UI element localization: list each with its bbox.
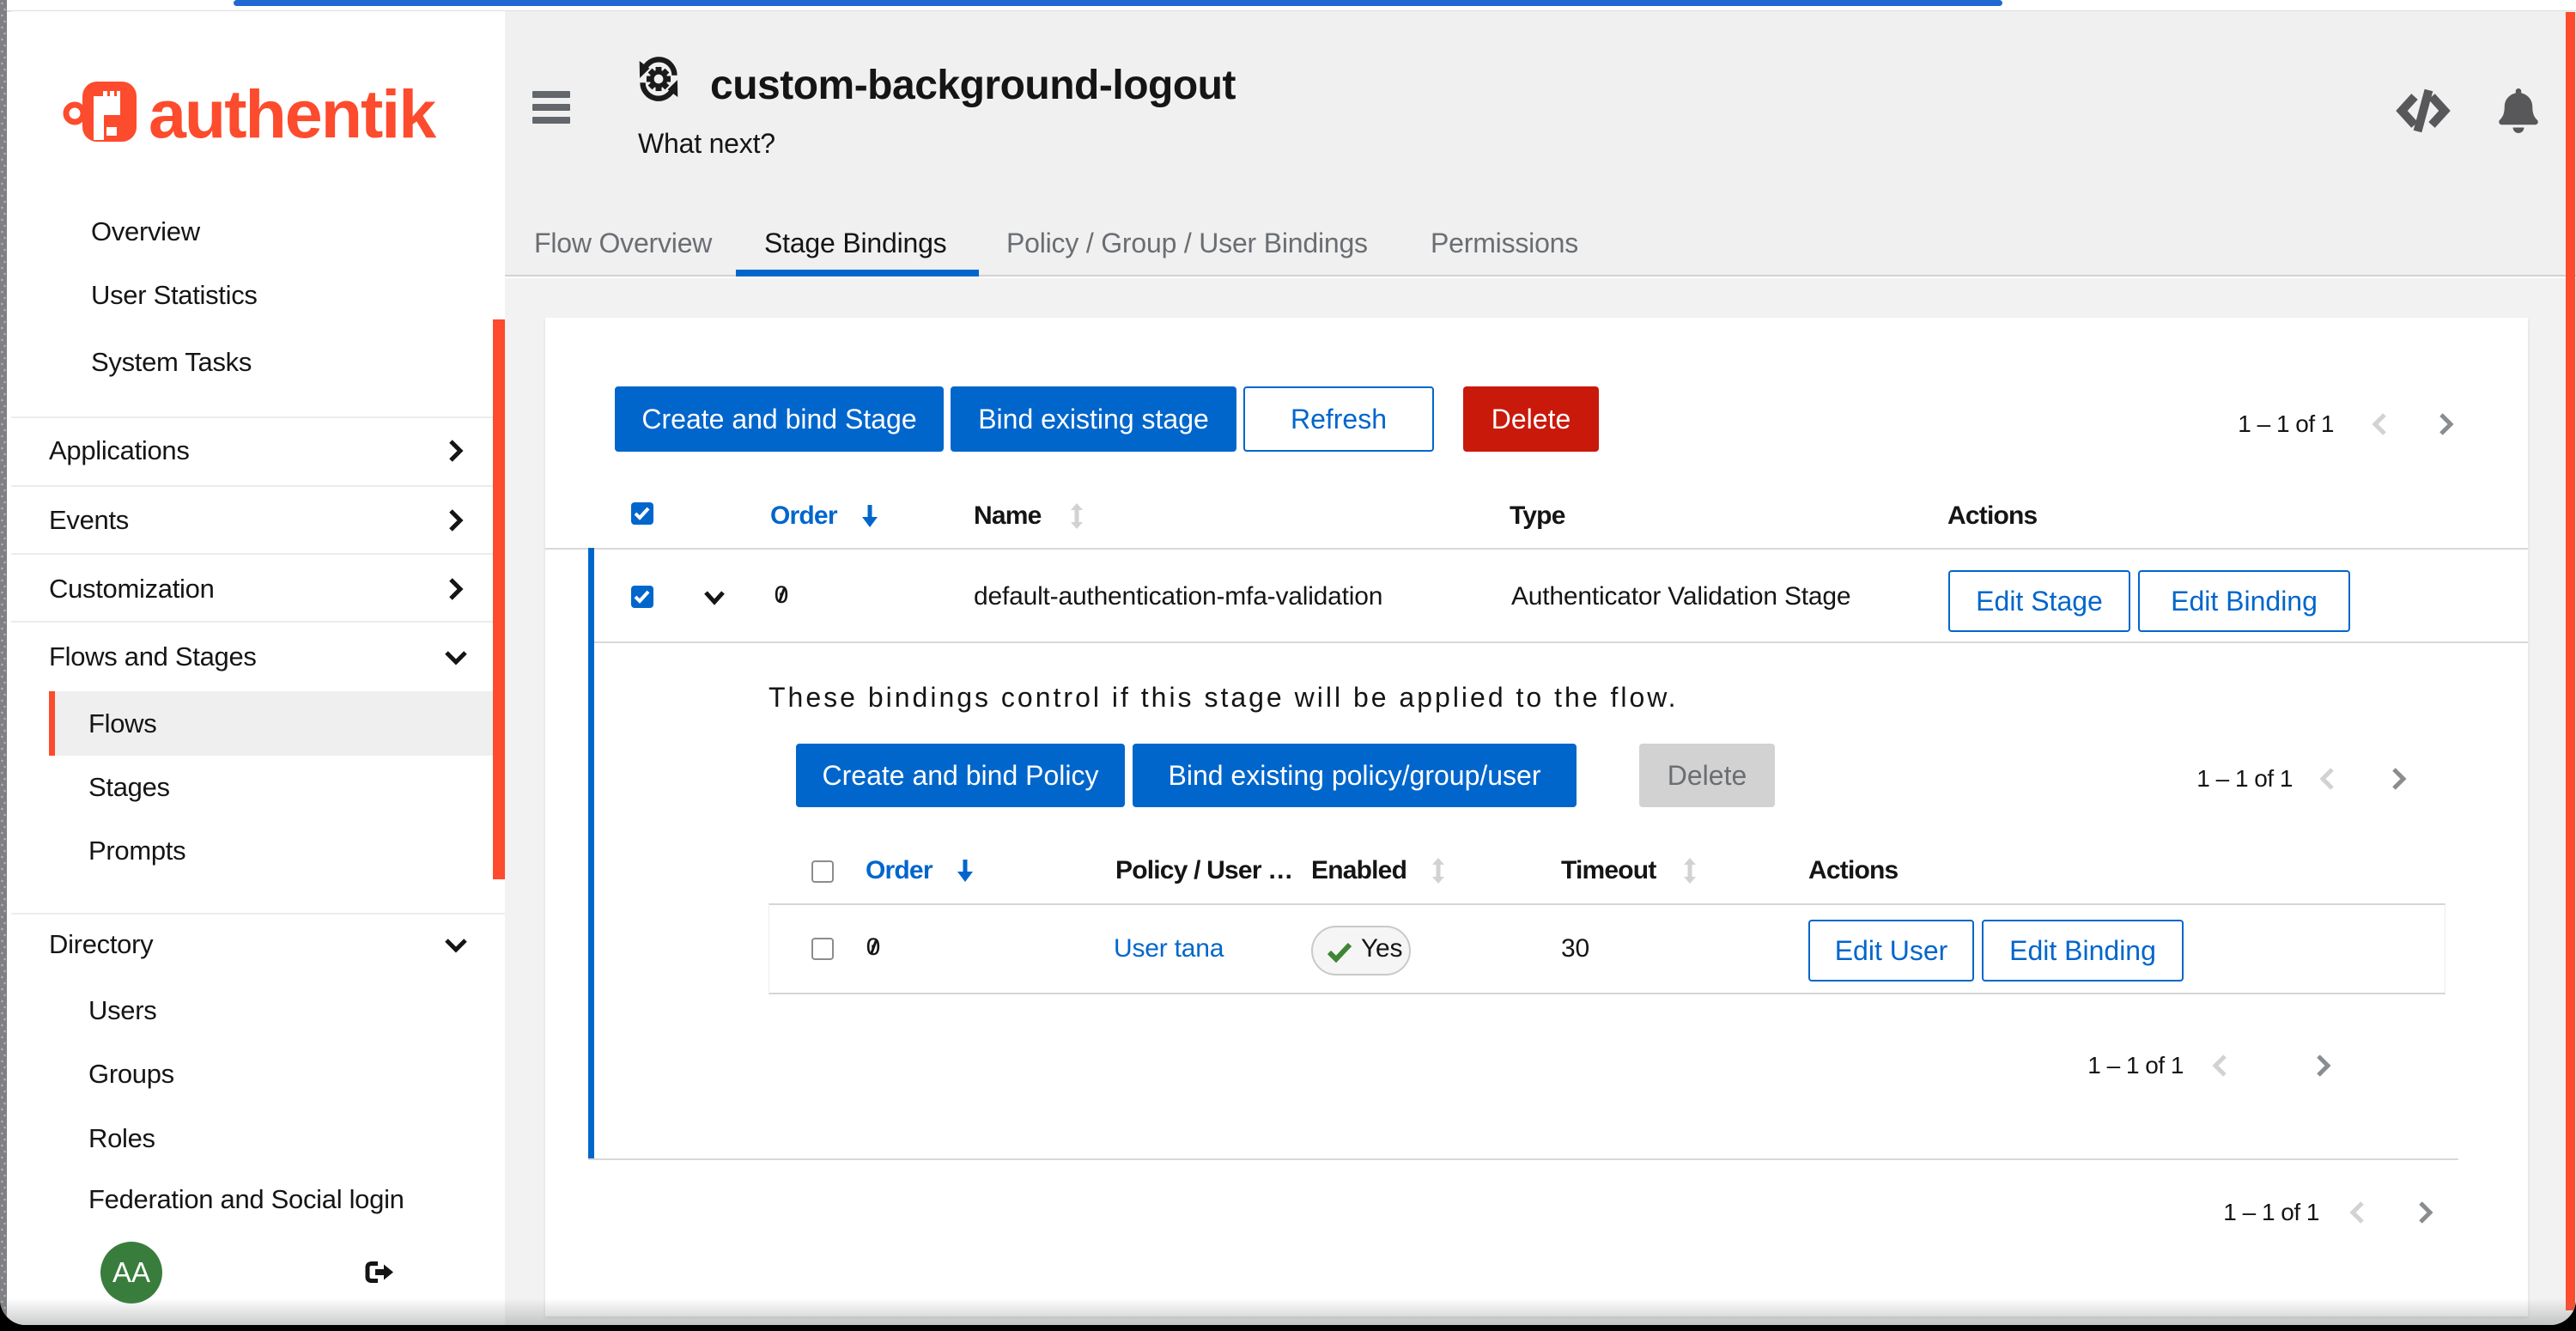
svg-text:authentik: authentik — [149, 76, 437, 152]
